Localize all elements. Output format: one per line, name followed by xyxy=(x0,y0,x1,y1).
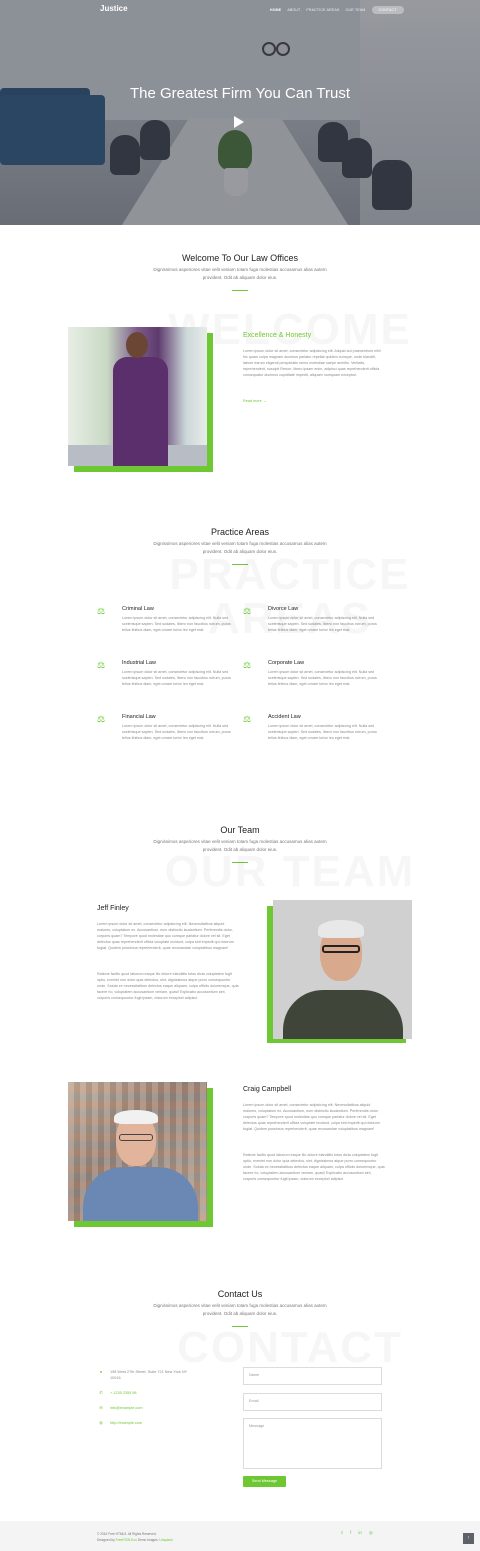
scales-icon: ⚖ xyxy=(243,714,252,724)
site-logo[interactable]: Justice xyxy=(100,4,128,13)
linkedin-icon[interactable]: in xyxy=(358,1530,362,1536)
play-icon[interactable] xyxy=(234,116,244,128)
send-message-button[interactable]: Send Message xyxy=(243,1476,286,1487)
message-field[interactable]: Message xyxy=(243,1418,382,1469)
contact-subtitle: Dignissimos asperiores vitae velit venia… xyxy=(153,1303,327,1316)
read-more-link[interactable]: Read more → xyxy=(243,399,267,403)
contact-email[interactable]: info@example.com xyxy=(110,1405,143,1411)
nav-about[interactable]: ABOUT xyxy=(287,8,300,12)
footer-demo-prefix: Demo Images: xyxy=(137,1538,159,1542)
welcome-heading: Excellence & Honesty xyxy=(243,332,312,339)
team-photo-jeff xyxy=(273,900,412,1039)
practice-item-text: Lorem ipsum dolor sit amet, consectetur … xyxy=(268,616,377,632)
team-ghost-text: OUR TEAM xyxy=(140,850,440,894)
photo-person-head xyxy=(126,332,148,358)
scales-icon: ⚖ xyxy=(97,714,106,724)
email-field[interactable]: Email xyxy=(243,1393,382,1411)
hero-banner xyxy=(0,0,480,225)
footer-designer-link[interactable]: FreeHTML5.co xyxy=(116,1538,137,1542)
back-to-top-button[interactable]: ↑ xyxy=(463,1533,474,1544)
scales-icon: ⚖ xyxy=(243,660,252,670)
practice-item-title: Divorce Law xyxy=(268,606,299,612)
scales-icon: ⚖ xyxy=(97,606,106,616)
welcome-body: Lorem ipsum dolor sit amet, consectetur … xyxy=(243,349,381,377)
globe-icon: ◍ xyxy=(99,1420,103,1425)
team-member-bio: Ratione facilis quod laborum eaque illo … xyxy=(243,1153,385,1181)
practice-title: Practice Areas xyxy=(210,527,270,537)
team-member-bio: Ratione facilis quod laborum eaque illo … xyxy=(97,972,239,1000)
welcome-photo xyxy=(68,327,207,466)
photo-shirt xyxy=(283,990,403,1039)
hero-title: The Greatest Firm You Can Trust xyxy=(129,85,351,102)
phone-icon: ✆ xyxy=(99,1390,103,1395)
photo-shirt xyxy=(83,1167,198,1221)
name-field[interactable]: Name xyxy=(243,1367,382,1385)
contact-phone[interactable]: + 1235 2355 98 xyxy=(110,1390,137,1396)
practice-item-text: Lorem ipsum dolor sit amet, consectetur … xyxy=(122,724,231,740)
practice-item-title: Corporate Law xyxy=(268,660,305,666)
photo-glasses xyxy=(322,945,360,953)
footer-designed-prefix: Designed by xyxy=(97,1538,115,1542)
photo-person xyxy=(113,357,168,466)
email-placeholder: Email xyxy=(249,1399,259,1403)
team-title: Our Team xyxy=(220,825,260,835)
twitter-icon[interactable]: 𝕥 xyxy=(341,1530,343,1536)
team-member-bio: Lorem ipsum dolor sit amet, consectetur … xyxy=(97,922,234,950)
scales-icon: ⚖ xyxy=(243,606,252,616)
practice-item-text: Lorem ipsum dolor sit amet, consectetur … xyxy=(122,616,231,632)
practice-item-text: Lorem ipsum dolor sit amet, consectetur … xyxy=(268,724,377,740)
contact-title: Contact Us xyxy=(217,1289,263,1299)
photo-hair xyxy=(114,1110,158,1124)
practice-item-title: Accident Law xyxy=(268,714,301,720)
name-placeholder: Name xyxy=(249,1373,260,1377)
nav-our-team[interactable]: OUR TEAM xyxy=(346,8,366,12)
team-member-name: Craig Campbell xyxy=(243,1086,292,1093)
main-nav: HOME ABOUT PRACTICE AREAS OUR TEAM CONTA… xyxy=(270,6,404,14)
section-divider xyxy=(232,290,248,291)
team-member-name: Jeff Finley xyxy=(97,905,129,912)
social-links: 𝕥 f in ◎ xyxy=(341,1530,373,1536)
welcome-title: Welcome To Our Law Offices xyxy=(181,253,299,263)
contact-website[interactable]: http://example.com xyxy=(110,1420,142,1426)
team-member-bio: Lorem ipsum dolor sit amet, consectetur … xyxy=(243,1103,380,1131)
team-photo-craig xyxy=(68,1082,207,1221)
welcome-subtitle: Dignissimos asperiores vitae velit venia… xyxy=(153,267,327,280)
practice-item-title: Financial Law xyxy=(122,714,156,720)
footer-copyright: © 2016 Free HTML5. All Rights Reserved. xyxy=(97,1532,157,1536)
message-placeholder: Message xyxy=(249,1424,265,1428)
footer-credits: Designed by FreeHTML5.co Demo Images: Un… xyxy=(97,1538,173,1542)
photo-glasses xyxy=(119,1134,153,1141)
footer-demo-link[interactable]: Unsplash xyxy=(159,1538,172,1542)
practice-item-title: Criminal Law xyxy=(122,606,154,612)
practice-item-text: Lorem ipsum dolor sit amet, consectetur … xyxy=(268,670,377,686)
dribbble-icon[interactable]: ◎ xyxy=(369,1530,373,1536)
nav-home[interactable]: HOME xyxy=(270,8,281,12)
facebook-icon[interactable]: f xyxy=(350,1530,351,1536)
scales-icon: ⚖ xyxy=(97,660,106,670)
map-pin-icon: ● xyxy=(99,1369,103,1374)
nav-contact-button[interactable]: CONTACT xyxy=(371,6,404,14)
contact-address: 198 West 27th Street, Suite 721 New York… xyxy=(110,1370,188,1380)
hero-overlay xyxy=(0,0,480,225)
contact-ghost-text: CONTACT xyxy=(140,1326,440,1370)
site-footer xyxy=(0,1521,480,1551)
practice-item-text: Lorem ipsum dolor sit amet, consectetur … xyxy=(122,670,231,686)
practice-item-title: Industrial Law xyxy=(122,660,156,666)
photo-hair xyxy=(318,920,364,938)
mail-icon: ✉ xyxy=(99,1405,103,1410)
nav-practice-areas[interactable]: PRACTICE AREAS xyxy=(306,8,339,12)
